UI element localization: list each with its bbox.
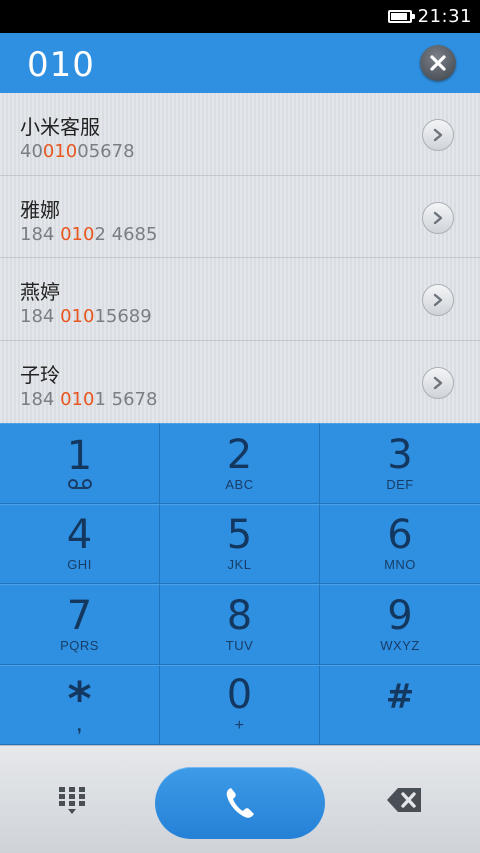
key-digit: 0 [226,671,253,718]
key-letters: MNO [384,557,416,573]
key-4[interactable]: 4 GHI [0,503,160,584]
key-7[interactable]: 7 PQRS [0,584,160,665]
key-letters: PQRS [60,637,99,653]
chevron-right-icon [433,293,443,307]
key-9[interactable]: 9 WXYZ [320,584,480,665]
contact-row[interactable]: 燕婷 184 01015689 [0,258,480,341]
key-8[interactable]: 8 TUV [160,584,320,665]
key-letters: DEF [386,476,414,492]
key-letters: ABC [225,476,254,492]
call-button[interactable] [155,767,325,839]
contact-detail-button[interactable] [422,284,454,316]
key-digit: 1 [66,433,93,480]
key-digit: 4 [66,512,93,559]
close-icon [430,55,446,71]
key-star[interactable]: * , [0,664,160,745]
contact-results-list: 小米客服 4001005678 雅娜 184 0102 4685 燕婷 184 … [0,93,480,423]
chevron-right-icon [433,128,443,142]
status-time: 21:31 [417,6,472,27]
key-digit: * [67,671,92,726]
dialpad-toggle-button[interactable] [58,786,86,816]
number-prefix: 184 [20,223,61,245]
key-letters: + [234,716,245,734]
contact-name: 雅娜 [20,197,60,222]
number-prefix: 40 [20,141,43,162]
voicemail-icon [67,479,92,490]
phone-icon [226,788,254,818]
dialed-number: 010 [27,45,95,85]
contact-number: 184 0102 4685 [20,224,157,245]
bottom-action-bar [0,745,480,853]
number-prefix: 184 [20,306,61,327]
key-digit: 5 [226,512,253,559]
contact-detail-button[interactable] [422,366,454,399]
key-digit: 8 [226,592,253,639]
number-suffix: 2 4685 [94,223,158,245]
key-digit: 7 [66,592,93,639]
chevron-right-icon [433,211,443,224]
key-1[interactable]: 1 [0,423,160,504]
key-digit: 2 [226,431,253,478]
key-letters: TUV [225,637,254,653]
key-letters: GHI [67,557,92,573]
dial-keypad: 1 2 ABC 3 DEF 4 GHI 5 JKL 6 MNO 7 PQRS 8… [0,423,480,745]
number-suffix: 15689 [94,306,152,327]
key-hash[interactable]: # [320,664,480,745]
contact-row[interactable]: 雅娜 184 0102 4685 [0,176,480,258]
number-prefix: 184 [20,388,61,410]
number-suffix: 05678 [77,141,135,162]
contact-number: 184 01015689 [20,306,152,327]
contact-detail-button[interactable] [422,119,454,151]
contact-name: 小米客服 [20,115,100,139]
number-suffix: 1 5678 [94,388,158,410]
key-digit: 9 [387,592,413,639]
number-match: 010 [60,306,95,327]
key-letters: WXYZ [380,637,420,653]
contact-number: 4001005678 [20,141,135,162]
key-digit: 6 [387,512,413,559]
key-letters: , [76,714,83,735]
battery-level [390,13,407,20]
backspace-icon [387,788,421,812]
dialer-header: 010 [0,33,480,93]
contact-row[interactable]: 子玲 184 0101 5678 [0,341,480,424]
key-2[interactable]: 2 ABC [160,423,320,504]
dialpad-icon [59,787,85,814]
chevron-right-icon [433,376,443,389]
delete-button[interactable] [386,786,424,814]
key-5[interactable]: 5 JKL [160,503,320,584]
key-0[interactable]: 0 + [160,664,320,745]
key-letters: JKL [227,557,252,573]
clear-button[interactable] [420,45,456,81]
key-digit: 3 [387,431,413,478]
contact-number: 184 0101 5678 [20,389,157,410]
contact-row[interactable]: 小米客服 4001005678 [0,93,480,176]
contact-name: 燕婷 [20,280,60,304]
contact-detail-button[interactable] [422,201,454,234]
status-right: 21:31 [387,6,472,27]
contact-name: 子玲 [20,362,60,387]
key-6[interactable]: 6 MNO [320,503,480,584]
status-bar: 21:31 [0,0,480,33]
key-3[interactable]: 3 DEF [320,423,480,504]
number-match: 010 [42,141,78,162]
number-match: 010 [60,223,95,245]
battery-icon [387,10,415,23]
number-match: 010 [60,388,95,410]
key-digit: # [385,676,415,717]
